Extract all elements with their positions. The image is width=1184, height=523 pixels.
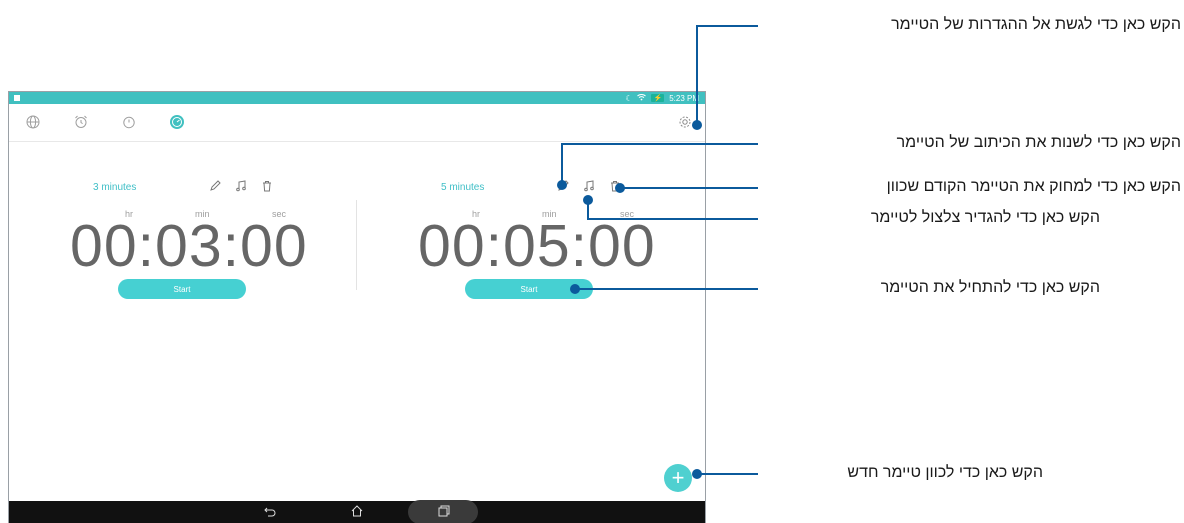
callout-delete: הקש כאן כדי למחוק את הטיימר הקודם שכוון [886,178,1181,195]
callout-sound: הקש כאן כדי להגדיר צלצול לטיימר [870,209,1100,226]
callout-dot-delete [615,183,625,193]
callout-dot-sound [583,195,593,205]
callout-new-timer: הקש כאן כדי לכוון טיימר חדש [847,464,1043,481]
callout-rename: הקש כאן כדי לשנות את הכיתוב של הטיימר [896,134,1181,151]
callout-dot-new-timer [692,469,702,479]
callout-line-sound [587,200,758,220]
callout-dot-rename [557,180,567,190]
callout-line-settings [696,25,758,125]
callout-line-rename [561,143,758,185]
callout-lines [557,25,758,479]
callout-settings: הקש כאן כדי לגשת אל ההגדרות של הטיימר [891,16,1181,33]
callout-dot-settings [692,120,702,130]
callout-start: הקש כאן כדי להתחיל את הטיימר [880,279,1100,296]
callout-dot-start [570,284,580,294]
